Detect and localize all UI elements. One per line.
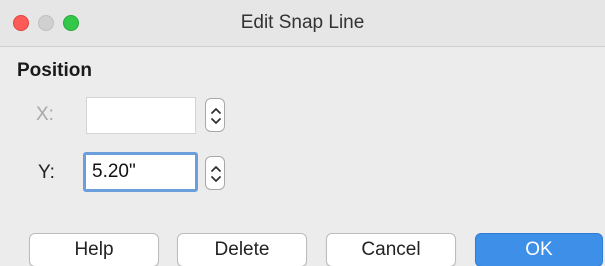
dialog-title: Edit Snap Line (240, 12, 365, 33)
ok-button[interactable]: OK (475, 233, 603, 266)
y-stepper[interactable] (205, 156, 225, 190)
x-label: X: (36, 104, 54, 125)
y-field[interactable] (83, 152, 198, 192)
x-field[interactable] (86, 97, 196, 134)
position-heading: Position (17, 60, 92, 81)
x-stepper[interactable] (205, 98, 225, 132)
help-button[interactable]: Help (29, 233, 159, 266)
cancel-button[interactable]: Cancel (326, 233, 456, 266)
title-bar: Edit Snap Line (0, 0, 605, 47)
y-label: Y: (38, 162, 55, 183)
stepper-arrows-icon (211, 108, 221, 124)
edit-snap-line-dialog: Edit Snap Line Position X: Y: Help Delet… (0, 0, 605, 266)
stepper-arrows-icon (211, 166, 221, 182)
delete-button[interactable]: Delete (177, 233, 307, 266)
